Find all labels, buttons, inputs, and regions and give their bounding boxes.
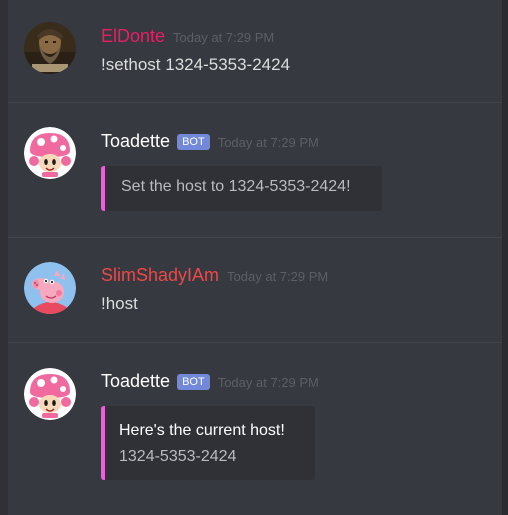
toadette-avatar-icon <box>24 127 76 179</box>
avatar[interactable] <box>24 368 76 420</box>
bot-tag: BOT <box>177 134 210 150</box>
message-header: Toadette BOT Today at 7:29 PM <box>101 131 319 152</box>
scrollbar-track[interactable] <box>502 0 508 515</box>
username[interactable]: Toadette <box>101 131 170 152</box>
message-header: Toadette BOT Today at 7:29 PM <box>101 371 319 392</box>
timestamp: Today at 7:29 PM <box>217 135 319 150</box>
left-gutter <box>0 0 8 515</box>
message-divider <box>8 102 502 103</box>
message-content: !host <box>101 294 138 313</box>
toadette-avatar-icon <box>24 368 76 420</box>
message-header: SlimShadyIAm Today at 7:29 PM <box>101 265 328 286</box>
bearded-man-avatar-icon <box>24 22 76 74</box>
username[interactable]: Toadette <box>101 371 170 392</box>
bot-tag: BOT <box>177 374 210 390</box>
timestamp: Today at 7:29 PM <box>217 375 319 390</box>
avatar[interactable] <box>24 127 76 179</box>
message-divider <box>8 237 502 238</box>
message-divider <box>8 342 502 343</box>
username[interactable]: ElDonte <box>101 26 165 47</box>
embed: Set the host to 1324-5353-2424! <box>101 166 382 211</box>
embed-title: Here's the current host! <box>119 422 285 439</box>
message-content: !sethost 1324-5353-2424 <box>101 55 291 74</box>
username[interactable]: SlimShadyIAm <box>101 265 219 286</box>
embed: Here's the current host! 1324-5353-2424 <box>101 406 315 480</box>
avatar[interactable] <box>24 262 76 314</box>
timestamp: Today at 7:29 PM <box>173 30 275 45</box>
message-header: ElDonte Today at 7:29 PM <box>101 26 274 47</box>
avatar[interactable] <box>24 22 76 74</box>
embed-description: Set the host to 1324-5353-2424! <box>121 178 351 195</box>
embed-description: 1324-5353-2424 <box>119 448 237 465</box>
peppa-pig-avatar-icon <box>24 262 76 314</box>
timestamp: Today at 7:29 PM <box>227 269 329 284</box>
